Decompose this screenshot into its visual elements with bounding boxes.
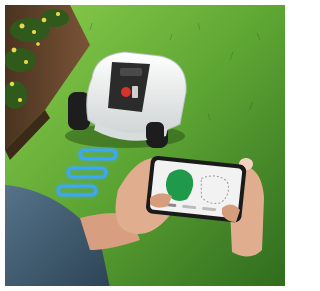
photo-illustration: [0, 0, 290, 291]
stop-button-icon: [121, 87, 131, 97]
photo-scene: [0, 0, 290, 291]
